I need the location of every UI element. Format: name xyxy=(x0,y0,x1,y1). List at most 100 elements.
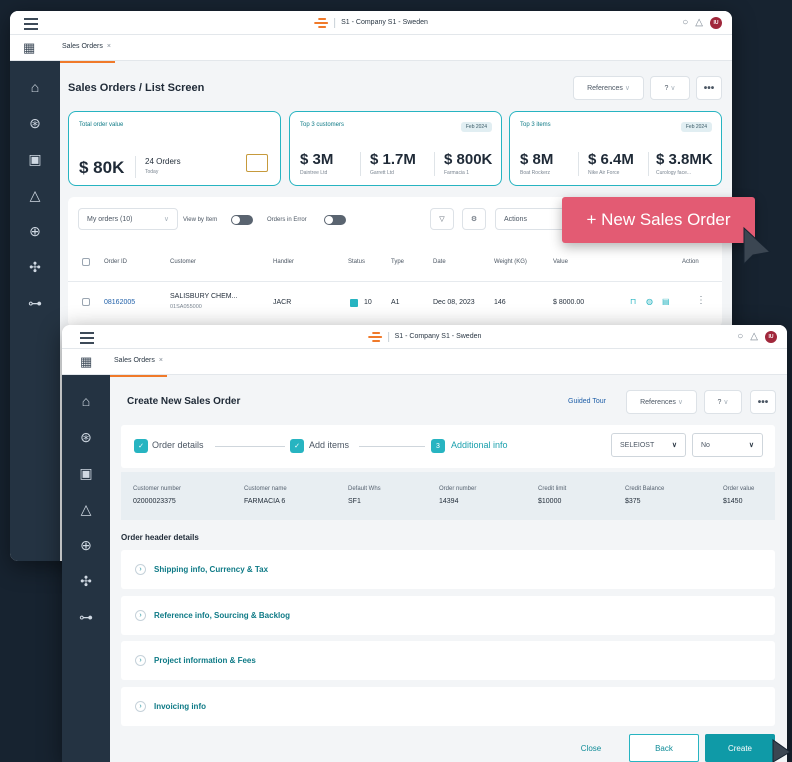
menu-icon[interactable] xyxy=(80,332,94,347)
chevron-down-icon: ∨ xyxy=(677,399,683,406)
network-icon[interactable]: ✣ xyxy=(10,249,60,285)
warehouse-select[interactable]: SELEIOST ∨ xyxy=(611,433,686,457)
my-orders-dropdown[interactable]: My orders (10) ∨ xyxy=(78,208,178,230)
tab-sales-orders[interactable]: Sales Orders × xyxy=(110,357,167,377)
settings-button[interactable]: ⚙ xyxy=(462,208,486,230)
top-bar: S1 - Company S1 - Sweden ○ △ IU xyxy=(62,325,787,349)
tab-sales-orders[interactable]: Sales Orders × xyxy=(58,43,115,63)
orders-count: 24 Orders xyxy=(145,157,181,166)
workflow-icon[interactable]: ⊶ xyxy=(10,285,60,321)
search-icon[interactable]: ○ xyxy=(737,331,743,342)
chevron-right-icon: › xyxy=(135,701,146,712)
chevron-down-icon: ∨ xyxy=(670,85,676,92)
step-order-details[interactable]: Order details xyxy=(152,440,204,450)
orders-icon[interactable]: ⊛ xyxy=(62,419,110,455)
back-button[interactable]: Back xyxy=(629,734,699,762)
workflow-icon[interactable]: ⊶ xyxy=(62,599,110,635)
step-completed-icon: ✓ xyxy=(134,439,148,453)
row-checkbox[interactable] xyxy=(82,298,90,306)
apps-grid-icon[interactable]: ▦ xyxy=(23,40,35,56)
chevron-down-icon: ∨ xyxy=(748,442,754,449)
chevron-right-icon: › xyxy=(135,655,146,666)
sidebar: ⌂ ⊛ ▣ △ ⊕ ✣ ⊶ xyxy=(10,61,60,561)
guided-tour-link[interactable]: Guided Tour xyxy=(568,398,606,405)
avatar[interactable]: IU xyxy=(765,330,777,343)
kebab-menu-icon[interactable]: ⋮ xyxy=(696,295,706,306)
filter-button[interactable]: ▽ xyxy=(430,208,454,230)
network-icon[interactable]: ✣ xyxy=(62,563,110,599)
brand-logo-icon xyxy=(367,331,382,342)
gear-icon: ⚙ xyxy=(470,216,478,223)
top-bar: S1 - Company S1 - Sweden ○ △ IU xyxy=(10,11,732,35)
kpi-top-customers: Top 3 customers Feb 2024 $ 3M Daintree L… xyxy=(289,111,502,186)
bell-icon[interactable]: △ xyxy=(750,331,758,342)
dashboard-icon[interactable]: ▣ xyxy=(62,455,110,491)
kpi-top-items: Top 3 items Feb 2024 $ 8M Boat Rockerz $… xyxy=(509,111,722,186)
company-name: S1 - Company S1 - Sweden xyxy=(341,19,428,26)
orders-icon[interactable]: ⊛ xyxy=(10,105,60,141)
company-switcher[interactable]: S1 - Company S1 - Sweden xyxy=(367,331,482,342)
accordion-invoicing[interactable]: › Invoicing info xyxy=(121,687,775,726)
help-dropdown[interactable]: ? ∨ xyxy=(650,76,690,100)
warning-icon[interactable]: △ xyxy=(10,177,60,213)
bank-icon[interactable]: ⌂ xyxy=(10,69,60,105)
search-icon[interactable]: ○ xyxy=(682,17,688,28)
more-button[interactable]: ••• xyxy=(696,76,722,100)
help-dropdown[interactable]: ? ∨ xyxy=(704,390,742,414)
page-title: Create New Sales Order xyxy=(127,396,241,407)
brand-logo-icon xyxy=(314,17,329,28)
bell-icon[interactable]: △ xyxy=(695,17,703,28)
section-title: Order header details xyxy=(121,533,199,542)
finance-icon[interactable]: ⊕ xyxy=(62,527,110,563)
view-by-item-toggle[interactable] xyxy=(231,215,253,225)
menu-icon[interactable] xyxy=(24,18,38,33)
cursor-icon xyxy=(743,226,772,266)
page-title: Sales Orders / List Screen xyxy=(68,82,205,94)
document-icon[interactable]: ▤ xyxy=(662,297,670,306)
warning-icon[interactable]: △ xyxy=(62,491,110,527)
kpi-total-order-value: Total order value $ 80K 24 Orders Today xyxy=(68,111,281,186)
step-additional-info[interactable]: Additional info xyxy=(451,440,508,450)
tab-bar: ▦ Sales Orders × xyxy=(62,349,787,377)
option-select[interactable]: No ∨ xyxy=(692,433,763,457)
bank-icon[interactable]: ⌂ xyxy=(62,383,110,419)
chevron-right-icon: › xyxy=(135,610,146,621)
create-button[interactable]: Create xyxy=(705,734,775,762)
lock-icon[interactable]: ⊓ xyxy=(630,297,636,306)
accordion-project[interactable]: › Project information & Fees xyxy=(121,641,775,680)
order-info-strip xyxy=(121,472,775,520)
filter-icon: ▽ xyxy=(439,216,445,223)
chevron-right-icon: › xyxy=(135,564,146,575)
total-order-value: $ 80K xyxy=(79,158,125,177)
accordion-reference[interactable]: › Reference info, Sourcing & Backlog xyxy=(121,596,775,635)
apps-grid-icon[interactable]: ▦ xyxy=(80,354,92,370)
close-button[interactable]: Close xyxy=(570,735,612,761)
tab-bar: ▦ Sales Orders × xyxy=(10,35,732,63)
dashboard-icon[interactable]: ▣ xyxy=(10,141,60,177)
attachment-icon[interactable]: ◍ xyxy=(646,297,653,306)
cursor-icon xyxy=(772,739,791,762)
chevron-down-icon: ∨ xyxy=(671,442,677,449)
step-add-items[interactable]: Add items xyxy=(309,440,349,450)
chevron-down-icon: ∨ xyxy=(723,399,729,406)
order-id-link[interactable]: 08162005 xyxy=(104,299,135,306)
finance-icon[interactable]: ⊕ xyxy=(10,213,60,249)
step-completed-icon: ✓ xyxy=(290,439,304,453)
close-tab-icon[interactable]: × xyxy=(107,43,111,50)
company-name: S1 - Company S1 - Sweden xyxy=(394,333,482,340)
help-icon: ? xyxy=(664,84,669,92)
chevron-down-icon: ∨ xyxy=(624,85,630,92)
new-sales-order-button[interactable]: + New Sales Order xyxy=(562,197,755,243)
orders-in-error-toggle[interactable] xyxy=(324,215,346,225)
step-number: 3 xyxy=(431,439,445,453)
sidebar: ⌂ ⊛ ▣ △ ⊕ ✣ ⊶ xyxy=(62,375,110,762)
select-all-checkbox[interactable] xyxy=(82,258,90,266)
status-badge: 10 xyxy=(364,299,372,306)
close-tab-icon[interactable]: × xyxy=(159,357,163,364)
accordion-shipping[interactable]: › Shipping info, Currency & Tax xyxy=(121,550,775,589)
company-switcher[interactable]: S1 - Company S1 - Sweden xyxy=(314,17,428,28)
more-button[interactable]: ••• xyxy=(750,390,776,414)
references-dropdown[interactable]: References ∨ xyxy=(626,390,697,414)
references-dropdown[interactable]: References ∨ xyxy=(573,76,644,100)
avatar[interactable]: IU xyxy=(710,16,722,29)
